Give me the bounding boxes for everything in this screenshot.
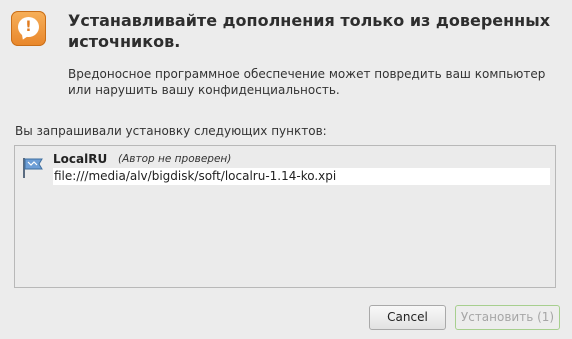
warning-icon: ! [11,11,46,46]
install-button[interactable]: Установить (1) [455,305,560,330]
cancel-button[interactable]: Cancel [369,305,446,330]
addon-author-note: (Автор не проверен) [118,153,232,165]
list-caption: Вы запрашивали установку следующих пункт… [15,124,327,138]
dialog-title: Устанавливайте дополнения только из дове… [68,11,551,51]
install-addon-dialog: ! Устанавливайте дополнения только из до… [0,0,572,339]
list-item[interactable]: LocalRU (Автор не проверен) file:///medi… [15,146,555,190]
dialog-message: Вредоносное программное обеспечение може… [68,67,546,97]
addon-name: LocalRU [53,152,108,166]
addon-url: file:///media/alv/bigdisk/soft/localru-1… [53,168,550,185]
addon-list: LocalRU (Автор не проверен) file:///medi… [14,145,556,288]
puzzle-flag-icon [22,156,46,180]
